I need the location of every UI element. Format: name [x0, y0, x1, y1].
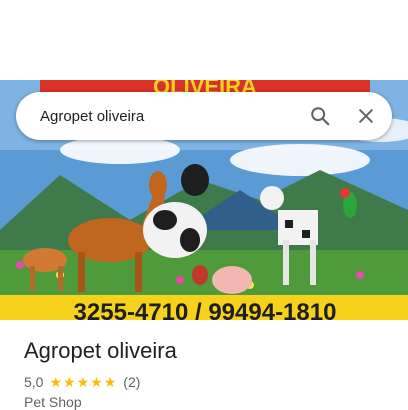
star-icon: ★	[103, 374, 117, 390]
rating-stars: ★ ★ ★ ★ ★	[49, 375, 117, 389]
rating-value: 5,0	[24, 374, 44, 390]
star-icon: ★	[90, 374, 103, 390]
star-icon: ★	[49, 374, 63, 390]
place-title: Agropet oliveira	[24, 338, 177, 363]
clear-search-button[interactable]	[346, 96, 386, 136]
search-icon	[311, 107, 330, 126]
star-icon: ★	[63, 374, 76, 390]
close-icon	[359, 109, 373, 123]
star-icon: ★	[76, 374, 90, 390]
banner-bottom-text: 3255-4710 / 99494-1810	[74, 299, 337, 320]
review-count: (2)	[123, 374, 141, 390]
search-button[interactable]	[300, 96, 340, 136]
top-blank-area	[0, 0, 408, 80]
search-bar[interactable]: Agropet oliveira	[16, 92, 392, 140]
rating-summary[interactable]: 5,0 ★ ★ ★ ★ ★ (2)	[24, 373, 140, 391]
search-input[interactable]: Agropet oliveira	[40, 108, 300, 125]
place-category: Pet Shop	[24, 394, 82, 410]
